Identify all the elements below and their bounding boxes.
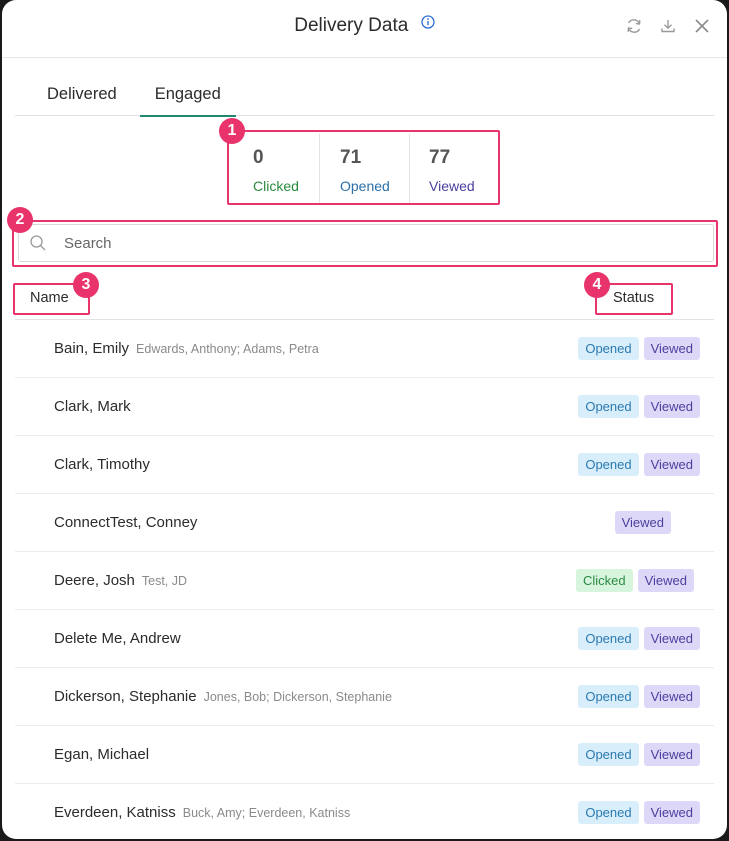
tab-engaged[interactable]: Engaged [139,78,236,117]
delivery-data-modal: Delivery Data Delivered Engaged 0 Clicke… [2,0,727,839]
column-header-name[interactable]: Name [30,290,69,306]
recipient-name: Egan, Michael [54,746,150,763]
status-badges: Opened Viewed [578,801,700,824]
recipient-secondary: Jones, Bob; Dickerson, Stephanie [203,689,392,704]
recipient-row[interactable]: Clark, Mark Opened Viewed [15,378,714,436]
callout-badge: 2 [7,207,33,233]
modal-title: Delivery Data [294,15,409,36]
recipient-name: Clark, Mark [54,398,131,415]
status-badge-viewed: Viewed [643,337,700,360]
stat-viewed: 77 Viewed [409,134,498,203]
status-badge-viewed: Viewed [643,627,700,650]
recipient-secondary: Buck, Amy; Everdeen, Katniss [182,805,351,820]
status-badges: Opened Viewed [578,743,700,766]
status-badge-opened: Opened [578,685,639,708]
status-badges: Opened Viewed [578,337,700,360]
recipient-secondary: Edwards, Anthony; Adams, Petra [136,341,319,356]
recipient-secondary: Test, JD [141,573,188,588]
engagement-stats: 0 Clicked 71 Opened 77 Viewed [232,134,498,203]
recipient-row[interactable]: Everdeen, Katniss Buck, Amy; Everdeen, K… [15,784,714,839]
column-header-status[interactable]: Status [613,290,654,306]
recipient-row[interactable]: Deere, Josh Test, JD Clicked Viewed [15,552,714,610]
callout-badge: 3 [73,272,99,298]
callout-badge: 4 [584,272,610,298]
status-badge-viewed: Viewed [643,801,700,824]
status-badge-opened: Opened [578,337,639,360]
status-badge-opened: Opened [578,453,639,476]
callout-badge: 1 [219,118,245,144]
status-badges: Clicked Viewed [575,569,694,592]
stat-opened-label: Opened [340,178,390,194]
status-badge-viewed: Viewed [643,743,700,766]
info-icon[interactable] [421,15,435,29]
recipient-row[interactable]: ConnectTest, Conney Viewed [15,494,714,552]
status-badge-viewed: Viewed [643,453,700,476]
stat-clicked-label: Clicked [253,178,299,194]
recipient-name: Everdeen, Katniss [54,804,176,821]
status-badge-viewed: Viewed [643,395,700,418]
search-box[interactable] [18,224,714,262]
status-badge-opened: Opened [578,743,639,766]
recipient-name: Delete Me, Andrew [54,630,181,647]
status-badge-opened: Opened [578,801,639,824]
recipient-name: ConnectTest, Conney [54,514,198,531]
stat-viewed-label: Viewed [429,178,475,194]
stat-opened-value: 71 [340,147,362,168]
recipient-name: Dickerson, Stephanie [54,688,197,705]
tab-bar: Delivered Engaged [15,78,714,117]
status-badges: Opened Viewed [578,685,700,708]
stat-clicked-value: 0 [253,147,264,168]
status-badge-viewed: Viewed [637,569,694,592]
recipient-name: Bain, Emily [54,340,130,357]
stat-clicked: 0 Clicked [232,134,319,203]
recipient-row[interactable]: Bain, Emily Edwards, Anthony; Adams, Pet… [15,320,714,378]
recipient-list: Bain, Emily Edwards, Anthony; Adams, Pet… [15,320,714,839]
recipient-row[interactable]: Egan, Michael Opened Viewed [15,726,714,784]
refresh-icon[interactable] [623,15,645,37]
title-wrap: Delivery Data [2,15,727,37]
header-actions [623,15,713,37]
recipient-row[interactable]: Delete Me, Andrew Opened Viewed [15,610,714,668]
status-badge-clicked: Clicked [575,569,633,592]
recipient-row[interactable]: Dickerson, Stephanie Jones, Bob; Dickers… [15,668,714,726]
recipient-name: Clark, Timothy [54,456,150,473]
recipient-row[interactable]: Clark, Timothy Opened Viewed [15,436,714,494]
status-badge-opened: Opened [578,395,639,418]
download-icon[interactable] [657,15,679,37]
status-badges: Opened Viewed [578,395,700,418]
recipient-name: Deere, Josh [54,572,135,589]
status-badges: Viewed [614,511,671,534]
status-badge-opened: Opened [578,627,639,650]
status-badges: Opened Viewed [578,627,700,650]
status-badge-viewed: Viewed [643,685,700,708]
search-icon [30,235,46,251]
status-badges: Opened Viewed [578,453,700,476]
close-icon[interactable] [691,15,713,37]
status-badge-viewed: Viewed [614,511,671,534]
stat-opened: 71 Opened [319,134,409,203]
search-input[interactable] [64,234,664,252]
modal-header: Delivery Data [2,0,727,58]
stat-viewed-value: 77 [429,147,451,168]
tab-delivered[interactable]: Delivered [32,78,132,116]
